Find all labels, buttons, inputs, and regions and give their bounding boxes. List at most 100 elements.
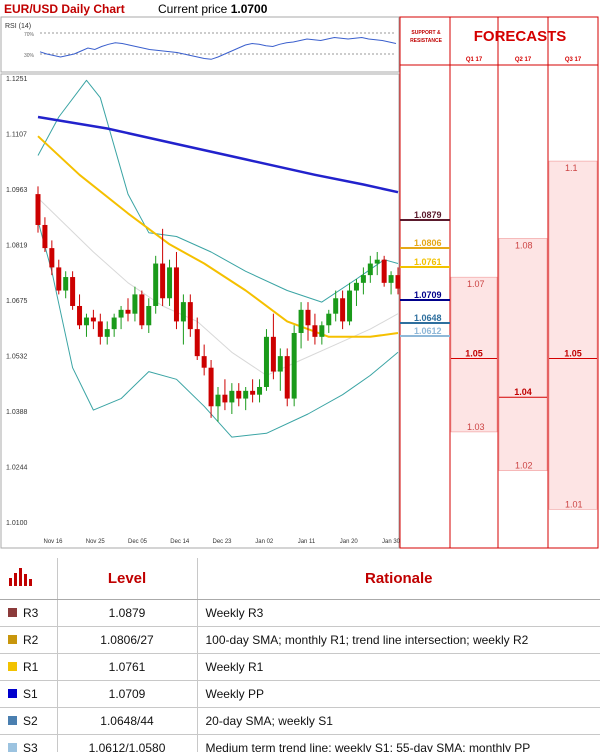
- candle-body: [263, 336, 269, 387]
- level-rationale: 20-day SMA; weekly S1: [197, 707, 600, 735]
- table-row: R2 1.0806/27 100-day SMA; monthly R1; tren…: [0, 626, 600, 654]
- chart-area: RSI (14) 70% 30% 1.1251 1.1107 1.0963 1.0819 1…: [0, 16, 599, 549]
- candle-body: [291, 332, 297, 399]
- candle-body: [243, 390, 249, 399]
- candle-body: [257, 386, 263, 395]
- level-color-swatch: [8, 716, 17, 726]
- candle-body: [208, 367, 214, 407]
- candle-body: [340, 298, 346, 322]
- level-name: S2: [23, 713, 38, 728]
- candle-body: [250, 390, 256, 395]
- forecast-high: 1.08: [515, 240, 533, 250]
- forecast-range: [548, 160, 598, 510]
- x-tick-label: Jan 20: [340, 539, 359, 545]
- candle-body: [222, 394, 228, 403]
- candle-body: [305, 309, 311, 326]
- x-tick-label: Nov 16: [43, 539, 63, 545]
- level-name-cell: R3: [0, 599, 58, 627]
- level-color-swatch: [8, 662, 17, 672]
- candle-body: [312, 325, 318, 337]
- sr-level-value: 1.0806: [414, 238, 442, 248]
- level-color-swatch: [8, 743, 17, 752]
- y-tick-label: 1.1107: [6, 132, 27, 139]
- candle-body: [180, 302, 186, 322]
- candle-body: [83, 317, 89, 326]
- y-tick-label: 1.0675: [6, 298, 28, 305]
- candle-body: [215, 394, 221, 407]
- level-value: 1.0879: [57, 599, 198, 627]
- sr-level-value: 1.0648: [414, 313, 442, 323]
- candle-body: [146, 305, 152, 326]
- forecast-mid: 1.05: [465, 349, 483, 359]
- sr-level-value: 1.0612: [414, 326, 442, 336]
- candle-body: [298, 309, 304, 333]
- candle-body: [132, 294, 138, 314]
- y-tick-label: 1.0244: [6, 464, 28, 471]
- x-tick-label: Dec 05: [128, 539, 148, 545]
- candle-body: [187, 302, 193, 330]
- level-value: 1.0612/1.0580: [57, 734, 198, 752]
- candle-body: [367, 263, 373, 276]
- candle-body: [167, 267, 173, 299]
- sr-level-value: 1.0879: [414, 210, 442, 220]
- level-name: S3: [23, 740, 38, 752]
- table-row: S1 1.0709 Weekly PP: [0, 680, 600, 708]
- candle-body: [173, 267, 179, 322]
- candle-body: [360, 275, 366, 283]
- level-name: S1: [23, 686, 38, 701]
- candle-body: [77, 305, 83, 326]
- rsi-tick-label: 70%: [24, 32, 35, 38]
- candle-body: [347, 290, 353, 322]
- candle-body: [333, 298, 339, 314]
- forecast-high: 1.07: [467, 279, 485, 289]
- forecast-low: 1.01: [565, 499, 583, 509]
- candle-body: [194, 329, 200, 357]
- level-name-cell: R1: [0, 653, 58, 681]
- x-tick-label: Jan 30: [382, 539, 401, 545]
- x-tick-label: Dec 23: [212, 539, 232, 545]
- candle-body: [236, 390, 242, 399]
- y-tick-label: 1.0100: [6, 520, 28, 527]
- level-color-swatch: [8, 608, 17, 618]
- x-tick-label: Dec 14: [170, 539, 190, 545]
- table-row: R1 1.0761 Weekly R1: [0, 653, 600, 681]
- candle-body: [111, 317, 117, 330]
- rsi-label: RSI (14): [5, 23, 31, 30]
- forecast-low: 1.02: [515, 461, 533, 471]
- candle-body: [381, 259, 387, 283]
- level-rationale: Weekly R3: [197, 599, 600, 627]
- x-tick-label: Jan 11: [298, 539, 316, 545]
- level-name: R3: [23, 605, 39, 620]
- forecast-column-label: Q2 17: [515, 57, 532, 63]
- candle-body: [70, 277, 76, 306]
- level-value: 1.0761: [57, 653, 198, 681]
- candle-body: [353, 282, 359, 291]
- rsi-panel: [0, 16, 400, 73]
- levels-table-header: Level Rationale: [0, 558, 600, 600]
- table-row: S2 1.0648/44 20-day SMA; weekly S1: [0, 707, 600, 735]
- candle-body: [125, 309, 131, 314]
- rsi-tick-label: 30%: [24, 53, 35, 59]
- y-tick-label: 1.0532: [6, 353, 28, 360]
- levels-table: Level Rationale R3 1.0879 Weekly R3 R2 1.080…: [0, 558, 600, 752]
- x-tick-label: Jan 02: [255, 539, 274, 545]
- candle-body: [90, 317, 96, 322]
- x-tick-label: Nov 25: [86, 539, 106, 545]
- candle-body: [395, 275, 401, 289]
- candle-body: [229, 390, 235, 403]
- forecast-column-label: Q1 17: [466, 57, 483, 63]
- level-value: 1.0709: [57, 680, 198, 708]
- candle-body: [97, 321, 103, 337]
- support-resistance-label: SUPPORT & RESISTANCE: [410, 30, 443, 44]
- candle-body: [35, 194, 41, 225]
- candle-body: [104, 329, 110, 337]
- level-name: R1: [23, 659, 39, 674]
- sr-level-value: 1.0709: [414, 290, 442, 300]
- candle-body: [201, 356, 207, 368]
- candle-body: [374, 259, 380, 264]
- candle-body: [63, 277, 69, 291]
- candle-body: [270, 336, 276, 372]
- forecast-low: 1.03: [467, 422, 485, 432]
- candle-body: [326, 313, 332, 326]
- level-name-cell: S3: [0, 734, 58, 752]
